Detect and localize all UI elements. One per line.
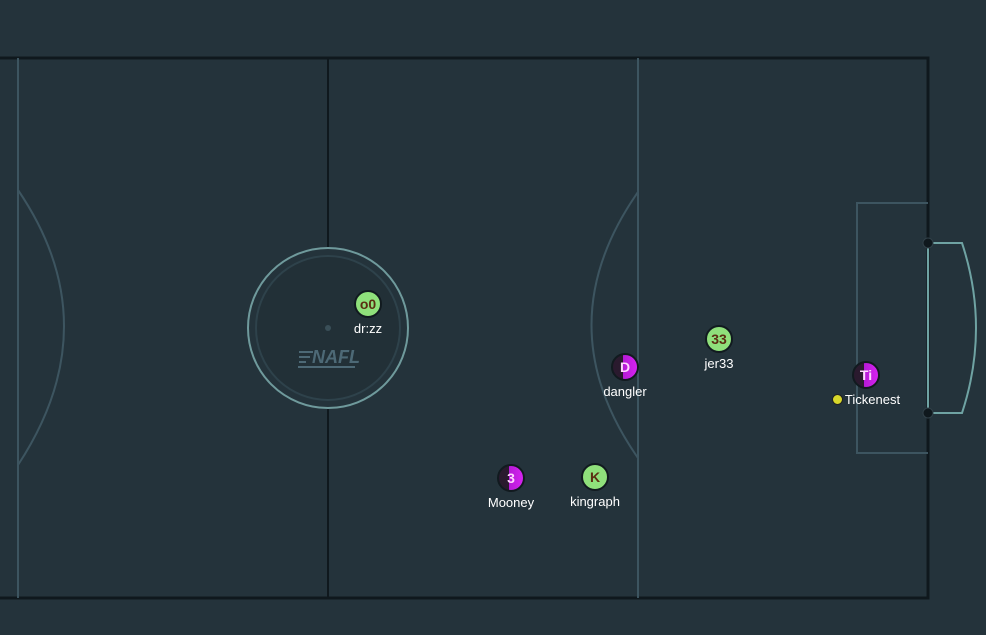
player-name: kingraph <box>570 494 620 509</box>
player-dangler[interactable]: D dangler <box>580 353 670 399</box>
player-dr-zz[interactable]: o0 dr:zz <box>323 290 413 336</box>
player-badge[interactable]: K <box>581 463 609 491</box>
player-name: Mooney <box>487 495 535 510</box>
player-badge[interactable]: Ti <box>852 361 880 389</box>
player-badge[interactable]: 3 <box>497 464 525 492</box>
right-arc <box>590 191 639 459</box>
left-arc <box>17 189 65 466</box>
player-name: dangler <box>603 384 647 399</box>
player-badge[interactable]: o0 <box>354 290 382 318</box>
goal-net <box>928 242 977 414</box>
goal-post-bottom <box>922 407 934 419</box>
ball-icon <box>831 394 843 405</box>
player-badge[interactable]: D <box>611 353 639 381</box>
player-mooney[interactable]: 3 Mooney <box>466 464 556 510</box>
player-badge[interactable]: 33 <box>705 325 733 353</box>
player-tickenest[interactable]: Ti Tickenest <box>821 361 911 407</box>
goal-box <box>856 202 928 454</box>
goal-post-top <box>922 237 934 249</box>
player-name: dr:zz <box>353 321 383 336</box>
player-jer33[interactable]: 33 jer33 <box>674 325 764 371</box>
pitch-boundary <box>0 56 930 600</box>
player-kingraph[interactable]: K kingraph <box>550 463 640 509</box>
pitch: NAFL <box>0 56 977 600</box>
player-name: Tickenest <box>831 392 900 407</box>
logo-text: NAFL <box>312 347 360 367</box>
player-name: jer33 <box>704 356 734 371</box>
